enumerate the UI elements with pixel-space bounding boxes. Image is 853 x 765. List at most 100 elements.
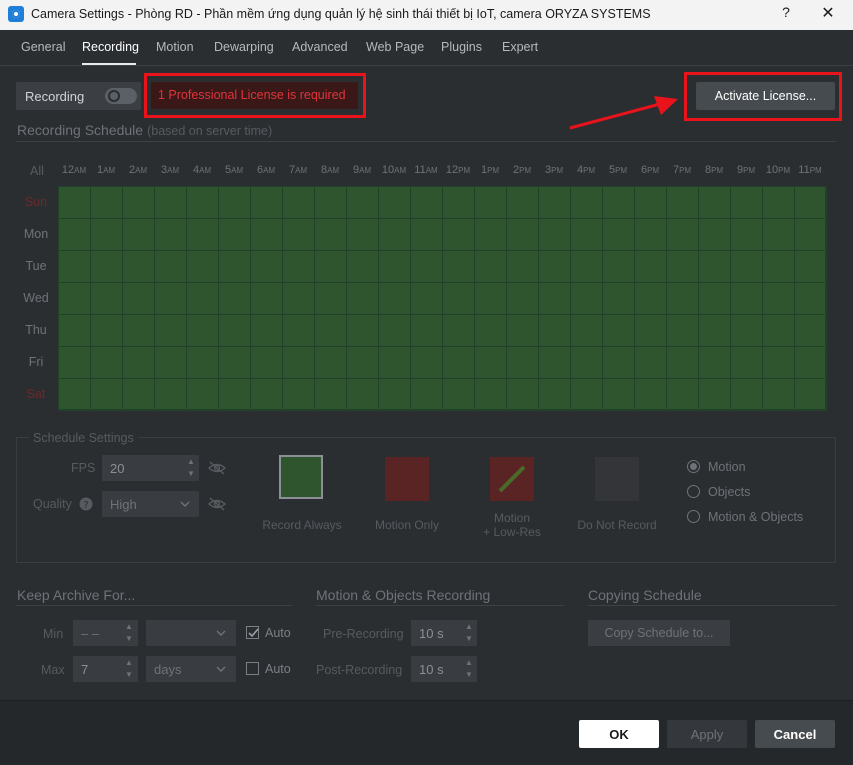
schedule-cell[interactable] [795,347,827,379]
schedule-cell[interactable] [667,251,699,283]
schedule-cell[interactable] [635,315,667,347]
schedule-cell[interactable] [603,251,635,283]
schedule-cell[interactable] [315,315,347,347]
schedule-cell[interactable] [795,315,827,347]
schedule-cell[interactable] [251,347,283,379]
archive-max-auto-checkbox[interactable] [246,662,259,675]
day-label[interactable]: Mon [16,227,56,241]
schedule-cell[interactable] [603,187,635,219]
schedule-cell[interactable] [347,187,379,219]
schedule-cell[interactable] [379,251,411,283]
schedule-cell[interactable] [379,379,411,411]
schedule-cell[interactable] [155,219,187,251]
schedule-cell[interactable] [347,219,379,251]
schedule-cell[interactable] [475,379,507,411]
hour-label[interactable]: 4PM [570,164,602,176]
schedule-cell[interactable] [187,251,219,283]
post-recording-up-icon[interactable]: ▲ [463,657,475,669]
day-label[interactable]: Sun [16,195,56,209]
activate-license-button[interactable]: Activate License... [696,82,835,110]
schedule-cell[interactable] [667,379,699,411]
fps-up-icon[interactable]: ▲ [185,456,197,468]
schedule-cell[interactable] [539,379,571,411]
schedule-cell[interactable] [603,315,635,347]
select-all-cells[interactable]: All [30,164,44,178]
pre-recording-down-icon[interactable]: ▼ [463,633,475,645]
schedule-cell[interactable] [763,379,795,411]
mode-record-always-swatch[interactable] [279,455,323,499]
schedule-cell[interactable] [187,283,219,315]
schedule-cell[interactable] [251,187,283,219]
schedule-cell[interactable] [763,219,795,251]
schedule-cell[interactable] [411,187,443,219]
schedule-cell[interactable] [635,219,667,251]
schedule-cell[interactable] [411,251,443,283]
hour-label[interactable]: 7PM [666,164,698,176]
schedule-cell[interactable] [507,187,539,219]
schedule-cell[interactable] [251,219,283,251]
schedule-cell[interactable] [411,379,443,411]
schedule-cell[interactable] [283,347,315,379]
schedule-cell[interactable] [443,315,475,347]
tab-advanced[interactable]: Advanced [292,40,348,54]
schedule-cell[interactable] [379,283,411,315]
hour-label[interactable]: 3PM [538,164,570,176]
schedule-cell[interactable] [283,187,315,219]
schedule-cell[interactable] [475,251,507,283]
schedule-cell[interactable] [187,187,219,219]
schedule-cell[interactable] [91,187,123,219]
schedule-cell[interactable] [283,315,315,347]
apply-button[interactable]: Apply [667,720,747,748]
schedule-cell[interactable] [539,187,571,219]
schedule-cell[interactable] [251,251,283,283]
hour-label[interactable]: 11PM [794,164,826,176]
schedule-cell[interactable] [155,283,187,315]
schedule-cell[interactable] [699,379,731,411]
hour-label[interactable]: 11AM [410,164,442,176]
schedule-cell[interactable] [507,347,539,379]
schedule-cell[interactable] [59,187,91,219]
schedule-cell[interactable] [219,347,251,379]
day-label[interactable]: Wed [16,291,56,305]
day-label[interactable]: Thu [16,323,56,337]
schedule-cell[interactable] [699,219,731,251]
schedule-cell[interactable] [219,315,251,347]
post-recording-down-icon[interactable]: ▼ [463,669,475,681]
archive-min-up-icon[interactable]: ▲ [123,621,135,633]
hour-label[interactable]: 9PM [730,164,762,176]
archive-max-up-icon[interactable]: ▲ [123,657,135,669]
schedule-cell[interactable] [315,187,347,219]
schedule-cell[interactable] [731,219,763,251]
schedule-cell[interactable] [283,379,315,411]
schedule-cell[interactable] [443,219,475,251]
schedule-cell[interactable] [667,315,699,347]
schedule-cell[interactable] [667,187,699,219]
schedule-cell[interactable] [507,219,539,251]
schedule-cell[interactable] [571,187,603,219]
schedule-cell[interactable] [59,283,91,315]
quality-eye-off-icon[interactable] [207,497,227,511]
schedule-cell[interactable] [123,379,155,411]
tab-plugins[interactable]: Plugins [441,40,482,54]
schedule-cell[interactable] [219,283,251,315]
schedule-cell[interactable] [59,347,91,379]
archive-min-auto-checkbox[interactable] [246,626,259,639]
schedule-cell[interactable] [603,219,635,251]
schedule-cell[interactable] [507,379,539,411]
schedule-cell[interactable] [155,251,187,283]
schedule-cell[interactable] [795,283,827,315]
schedule-cell[interactable] [123,251,155,283]
recording-toggle-box[interactable]: Recording [16,82,141,110]
schedule-cell[interactable] [667,347,699,379]
tab-expert[interactable]: Expert [502,40,538,54]
schedule-cell[interactable] [635,283,667,315]
schedule-cell[interactable] [155,347,187,379]
schedule-cell[interactable] [379,187,411,219]
schedule-cell[interactable] [635,187,667,219]
mode-motion-lowres-swatch[interactable] [490,457,534,501]
schedule-cell[interactable] [347,347,379,379]
hour-label[interactable]: 1AM [90,164,122,176]
schedule-cell[interactable] [763,251,795,283]
schedule-cell[interactable] [795,219,827,251]
schedule-cell[interactable] [571,315,603,347]
